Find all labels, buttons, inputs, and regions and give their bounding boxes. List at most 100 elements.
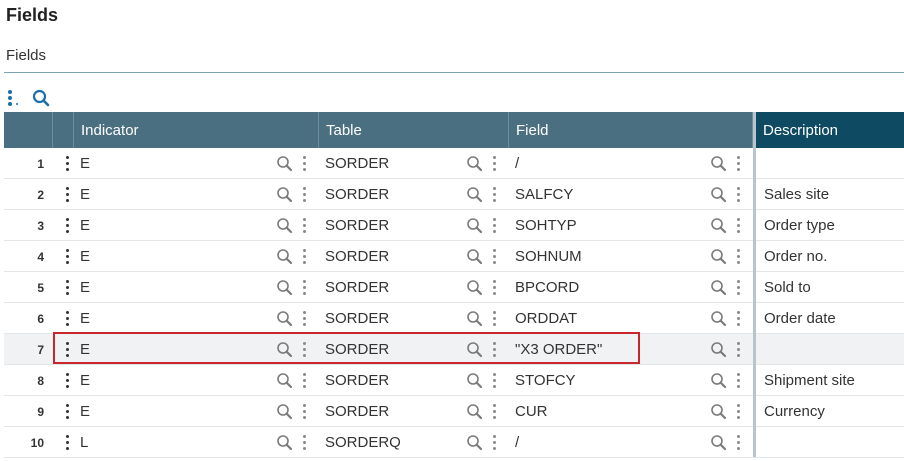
table-row[interactable]: 10 L SORDERQ /: [4, 427, 904, 458]
indicator-cell[interactable]: E: [80, 241, 90, 272]
row-menu-button[interactable]: [60, 272, 74, 303]
table-cell[interactable]: SORDER: [325, 241, 389, 272]
table-cell[interactable]: SORDER: [325, 365, 389, 396]
lookup-icon[interactable]: [276, 310, 293, 327]
lookup-icon[interactable]: [276, 186, 293, 203]
row-menu-button[interactable]: [60, 148, 74, 179]
field-cell[interactable]: BPCORD: [515, 272, 579, 303]
lookup-icon[interactable]: [466, 248, 483, 265]
lookup-icon[interactable]: [466, 155, 483, 172]
lookup-icon[interactable]: [710, 186, 727, 203]
table-cell[interactable]: SORDER: [325, 272, 389, 303]
cell-menu-icon[interactable]: [736, 249, 740, 264]
indicator-cell[interactable]: E: [80, 365, 90, 396]
cell-menu-icon[interactable]: [492, 311, 496, 326]
row-menu-button[interactable]: [60, 334, 74, 365]
cell-menu-icon[interactable]: [736, 218, 740, 233]
cell-menu-icon[interactable]: [492, 218, 496, 233]
row-menu-button[interactable]: [60, 210, 74, 241]
field-cell[interactable]: STOFCY: [515, 365, 576, 396]
field-cell[interactable]: /: [515, 148, 519, 179]
table-row[interactable]: 5 E SORDER BPCORD Sold to: [4, 272, 904, 303]
cell-menu-icon[interactable]: [492, 404, 496, 419]
field-cell[interactable]: ORDDAT: [515, 303, 577, 334]
cell-menu-icon[interactable]: [492, 280, 496, 295]
table-cell[interactable]: SORDER: [325, 396, 389, 427]
cell-menu-icon[interactable]: [736, 342, 740, 357]
table-cell[interactable]: SORDER: [325, 210, 389, 241]
cell-menu-icon[interactable]: [302, 373, 306, 388]
lookup-icon[interactable]: [466, 279, 483, 296]
lookup-icon[interactable]: [710, 310, 727, 327]
indicator-cell[interactable]: E: [80, 396, 90, 427]
cell-menu-icon[interactable]: [736, 311, 740, 326]
table-row[interactable]: 4 E SORDER SOHNUM Order no.: [4, 241, 904, 272]
cell-menu-icon[interactable]: [302, 187, 306, 202]
lookup-icon[interactable]: [710, 372, 727, 389]
cell-menu-icon[interactable]: [492, 373, 496, 388]
cell-menu-icon[interactable]: [302, 156, 306, 171]
cell-menu-icon[interactable]: [736, 187, 740, 202]
row-menu-button[interactable]: [60, 303, 74, 334]
lookup-icon[interactable]: [710, 155, 727, 172]
field-cell[interactable]: SOHTYP: [515, 210, 577, 241]
cell-menu-icon[interactable]: [492, 187, 496, 202]
cell-menu-icon[interactable]: [302, 435, 306, 450]
lookup-icon[interactable]: [466, 186, 483, 203]
cell-menu-icon[interactable]: [302, 218, 306, 233]
lookup-icon[interactable]: [466, 341, 483, 358]
cell-menu-icon[interactable]: [302, 249, 306, 264]
lookup-icon[interactable]: [276, 372, 293, 389]
grid-search-button[interactable]: [32, 89, 50, 107]
lookup-icon[interactable]: [276, 155, 293, 172]
cell-menu-icon[interactable]: [492, 249, 496, 264]
lookup-icon[interactable]: [466, 372, 483, 389]
row-menu-button[interactable]: [60, 241, 74, 272]
field-cell[interactable]: CUR: [515, 396, 548, 427]
grid-actions-button[interactable]: [6, 89, 20, 107]
indicator-cell[interactable]: E: [80, 334, 90, 365]
table-row[interactable]: 9 E SORDER CUR Currency: [4, 396, 904, 427]
field-cell[interactable]: /: [515, 427, 519, 458]
lookup-icon[interactable]: [276, 217, 293, 234]
lookup-icon[interactable]: [276, 434, 293, 451]
lookup-icon[interactable]: [466, 310, 483, 327]
header-table[interactable]: Table: [319, 112, 509, 148]
header-description[interactable]: Description: [756, 112, 904, 148]
table-row[interactable]: 7 E SORDER "X3 ORDER": [4, 334, 904, 365]
table-row[interactable]: 2 E SORDER SALFCY Sales site: [4, 179, 904, 210]
cell-menu-icon[interactable]: [492, 342, 496, 357]
lookup-icon[interactable]: [276, 248, 293, 265]
lookup-icon[interactable]: [710, 434, 727, 451]
indicator-cell[interactable]: L: [80, 427, 88, 458]
cell-menu-icon[interactable]: [302, 342, 306, 357]
lookup-icon[interactable]: [710, 217, 727, 234]
cell-menu-icon[interactable]: [302, 280, 306, 295]
cell-menu-icon[interactable]: [302, 404, 306, 419]
row-menu-button[interactable]: [60, 179, 74, 210]
table-cell[interactable]: SORDERQ: [325, 427, 401, 458]
table-row[interactable]: 3 E SORDER SOHTYP Order type: [4, 210, 904, 241]
indicator-cell[interactable]: E: [80, 272, 90, 303]
row-menu-button[interactable]: [60, 427, 74, 458]
lookup-icon[interactable]: [276, 279, 293, 296]
lookup-icon[interactable]: [276, 403, 293, 420]
lookup-icon[interactable]: [276, 341, 293, 358]
indicator-cell[interactable]: E: [80, 303, 90, 334]
lookup-icon[interactable]: [710, 248, 727, 265]
header-field[interactable]: Field: [509, 112, 753, 148]
cell-menu-icon[interactable]: [302, 311, 306, 326]
indicator-cell[interactable]: E: [80, 210, 90, 241]
row-menu-button[interactable]: [60, 365, 74, 396]
cell-menu-icon[interactable]: [492, 435, 496, 450]
cell-menu-icon[interactable]: [492, 156, 496, 171]
table-row[interactable]: 8 E SORDER STOFCY Shipment site: [4, 365, 904, 396]
indicator-cell[interactable]: E: [80, 148, 90, 179]
table-row[interactable]: 1 E SORDER /: [4, 148, 904, 179]
lookup-icon[interactable]: [466, 217, 483, 234]
cell-menu-icon[interactable]: [736, 156, 740, 171]
table-cell[interactable]: SORDER: [325, 148, 389, 179]
lookup-icon[interactable]: [710, 341, 727, 358]
row-menu-button[interactable]: [60, 396, 74, 427]
field-cell[interactable]: SALFCY: [515, 179, 573, 210]
